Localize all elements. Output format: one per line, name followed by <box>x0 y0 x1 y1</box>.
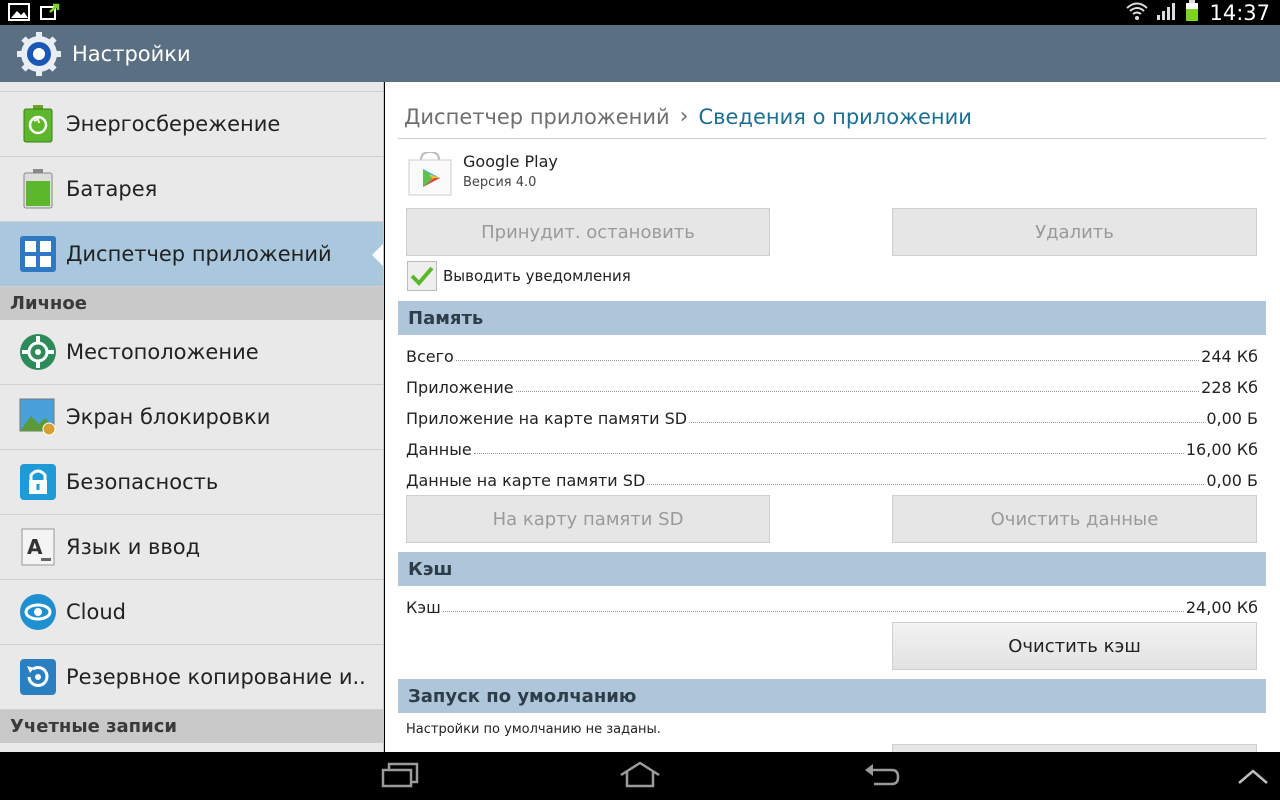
dotted-leader <box>455 360 1200 361</box>
wifi-icon <box>1125 1 1149 25</box>
breadcrumb-separator: › <box>679 104 689 129</box>
lock-screen-icon <box>18 397 58 437</box>
settings-gear-icon[interactable] <box>16 31 62 77</box>
navigation-bar <box>0 752 1280 800</box>
sidebar-item-label: Местоположение <box>66 340 259 364</box>
memory-section-header: Память <box>398 301 1266 335</box>
breadcrumb: Диспетчер приложений › Сведения о прилож… <box>404 104 972 129</box>
cache-row-label: Кэш <box>406 598 441 617</box>
cloud-icon <box>18 592 58 632</box>
sidebar-item-label: Батарея <box>66 177 158 201</box>
clear-defaults-button[interactable] <box>892 744 1257 752</box>
memory-row-value: 16,00 Кб <box>1185 440 1258 459</box>
memory-row: Приложение на карте памяти SD 0,00 Б <box>406 406 1258 428</box>
notifications-checkbox-row[interactable]: Выводить уведомления <box>407 261 631 291</box>
cache-row-value: 24,00 Кб <box>1185 598 1258 617</box>
battery-icon <box>1185 0 1199 26</box>
notifications-checkbox-label: Выводить уведомления <box>443 267 631 285</box>
memory-row-label: Приложение <box>406 378 514 397</box>
sidebar-item-label: Диспетчер приложений <box>66 242 332 266</box>
sidebar-item-battery[interactable]: Батарея <box>0 157 383 222</box>
dotted-leader <box>647 484 1205 485</box>
clear-cache-button[interactable]: Очистить кэш <box>892 622 1257 670</box>
memory-row: Всего 244 Кб <box>406 344 1258 366</box>
app-manager-icon <box>18 234 58 274</box>
memory-row-label: Всего <box>406 347 454 366</box>
chevron-up-icon[interactable] <box>1236 766 1270 790</box>
memory-row-value: 0,00 Б <box>1206 471 1258 490</box>
dotted-leader <box>442 611 1184 612</box>
sidebar-item-app-manager[interactable]: Диспетчер приложений <box>0 222 383 287</box>
sidebar-item-label: Экран блокировки <box>66 405 271 429</box>
memory-row: Приложение 228 Кб <box>406 375 1258 397</box>
sidebar-top-divider <box>0 82 383 92</box>
memory-row-label: Данные <box>406 440 472 459</box>
sidebar-section-accounts: Учетные записи <box>0 710 383 743</box>
sidebar-item-label: Язык и ввод <box>66 535 201 559</box>
clock: 14:37 <box>1209 0 1270 25</box>
app-version: Версия 4.0 <box>463 175 537 190</box>
action-bar: Настройки <box>0 25 1280 82</box>
power-saving-icon <box>18 104 58 144</box>
battery-icon <box>18 169 58 209</box>
cache-row: Кэш 24,00 Кб <box>406 595 1258 617</box>
memory-row-value: 244 Кб <box>1201 347 1258 366</box>
app-info-panel: Диспетчер приложений › Сведения о прилож… <box>385 82 1280 752</box>
force-stop-button[interactable]: Принудит. остановить <box>406 208 770 256</box>
location-icon <box>18 332 58 372</box>
sidebar-item-backup[interactable]: Резервное копирование и.. <box>0 645 383 710</box>
back-icon[interactable] <box>862 760 902 794</box>
sidebar-item-label: Энергосбережение <box>66 112 281 136</box>
memory-row-label: Данные на карте памяти SD <box>406 471 646 490</box>
svg-text:A: A <box>27 535 43 559</box>
checkmark-icon <box>410 266 434 286</box>
sidebar-item-label: Безопасность <box>66 470 219 494</box>
cache-section-header: Кэш <box>398 552 1266 586</box>
sidebar-item-power-saving[interactable]: Энергосбережение <box>0 92 383 157</box>
dotted-leader <box>515 391 1200 392</box>
memory-row-value: 228 Кб <box>1201 378 1258 397</box>
notifications-checkbox[interactable] <box>407 261 437 291</box>
security-lock-icon <box>18 462 58 502</box>
sidebar-item-lock-screen[interactable]: Экран блокировки <box>0 385 383 450</box>
google-play-icon <box>407 150 453 200</box>
settings-sidebar[interactable]: Энергосбережение Батарея Диспетчер прило… <box>0 82 384 752</box>
breadcrumb-parent[interactable]: Диспетчер приложений <box>404 105 670 129</box>
memory-row: Данные 16,00 Кб <box>406 437 1258 459</box>
memory-row: Данные на карте памяти SD 0,00 Б <box>406 468 1258 490</box>
memory-row-value: 0,00 Б <box>1206 409 1258 428</box>
backup-icon <box>18 657 58 697</box>
sidebar-item-cloud[interactable]: Cloud <box>0 580 383 645</box>
sidebar-item-label: Резервное копирование и.. <box>66 665 366 689</box>
launch-default-section-header: Запуск по умолчанию <box>398 679 1266 713</box>
page-title: Настройки <box>72 41 191 66</box>
signal-icon <box>1155 1 1179 25</box>
app-name: Google Play <box>463 152 558 171</box>
recent-apps-icon[interactable] <box>381 760 419 794</box>
breadcrumb-divider <box>398 138 1266 139</box>
sidebar-item-language[interactable]: A Язык и ввод <box>0 515 383 580</box>
memory-row-label: Приложение на карте памяти SD <box>406 409 688 428</box>
sidebar-item-location[interactable]: Местоположение <box>0 320 383 385</box>
status-bar: 14:37 <box>0 0 1280 25</box>
clear-data-button[interactable]: Очистить данные <box>892 495 1257 543</box>
sidebar-item-label: Cloud <box>66 600 126 624</box>
home-icon[interactable] <box>618 760 662 794</box>
sidebar-section-personal: Личное <box>0 287 383 320</box>
language-icon: A <box>18 527 58 567</box>
dotted-leader <box>473 453 1184 454</box>
sync-notification-icon <box>40 3 62 25</box>
launch-default-note: Настройки по умолчанию не заданы. <box>406 722 661 737</box>
move-to-sd-button[interactable]: На карту памяти SD <box>406 495 770 543</box>
app-header: Google Play Версия 4.0 <box>407 150 558 200</box>
picture-notification-icon <box>8 3 30 25</box>
breadcrumb-current: Сведения о приложении <box>698 104 972 129</box>
dotted-leader <box>689 422 1205 423</box>
uninstall-button[interactable]: Удалить <box>892 208 1257 256</box>
sidebar-item-security[interactable]: Безопасность <box>0 450 383 515</box>
